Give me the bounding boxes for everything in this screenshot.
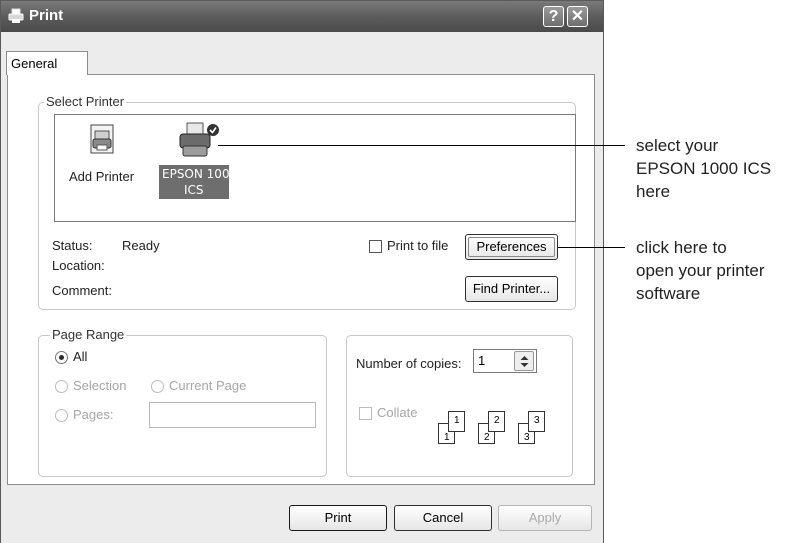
annotation-click-line2: open your printer bbox=[636, 261, 765, 280]
printer-app-icon bbox=[8, 8, 24, 24]
current-page-label[interactable]: Current Page bbox=[169, 378, 246, 393]
all-radio[interactable] bbox=[55, 351, 68, 364]
apply-button[interactable]: Apply bbox=[498, 505, 592, 531]
close-icon: ✕ bbox=[570, 8, 585, 25]
status-label: Status: bbox=[52, 238, 93, 253]
copy-card-front: 3 bbox=[528, 411, 545, 432]
pages-label[interactable]: Pages: bbox=[73, 407, 113, 422]
copy-card-front: 1 bbox=[448, 411, 465, 432]
add-printer-icon bbox=[85, 123, 121, 162]
select-printer-legend: Select Printer bbox=[44, 94, 127, 109]
printer-icon bbox=[177, 121, 221, 164]
annotation-select-printer: select your EPSON 1000 ICS here bbox=[636, 134, 771, 203]
comment-label: Comment: bbox=[52, 283, 112, 298]
print-button[interactable]: Print bbox=[289, 505, 387, 531]
cancel-button[interactable]: Cancel bbox=[394, 505, 492, 531]
preferences-focus-ring bbox=[468, 237, 555, 257]
print-to-file-checkbox[interactable] bbox=[369, 240, 382, 253]
printer-item-epson[interactable]: EPSON 1000 ICS bbox=[157, 119, 237, 207]
annotation-select-line3: here bbox=[636, 182, 671, 201]
print-label: Print bbox=[324, 510, 352, 525]
printer-item-add-printer[interactable]: Add Printer bbox=[69, 123, 135, 201]
apply-label: Apply bbox=[528, 510, 562, 525]
tab-general-label: General bbox=[11, 56, 58, 71]
copy-card-front: 2 bbox=[488, 411, 505, 432]
annotation-click-line1: click here to bbox=[636, 238, 727, 257]
location-label: Location: bbox=[52, 258, 105, 273]
printer-selection-highlight: EPSON 1000 ICS bbox=[159, 165, 237, 199]
add-printer-label: Add Printer bbox=[69, 169, 135, 184]
spin-arrows-icon bbox=[520, 356, 529, 367]
find-printer-button[interactable]: Find Printer... bbox=[465, 276, 558, 302]
annotation-select-line1: select your bbox=[636, 136, 719, 155]
copies-stepper[interactable]: 1 bbox=[473, 349, 537, 373]
copies-value: 1 bbox=[478, 353, 486, 368]
preferences-button[interactable]: Preferences bbox=[465, 234, 558, 260]
page-range-legend: Page Range bbox=[50, 327, 127, 342]
status-value: Ready bbox=[122, 238, 160, 253]
annotation-line-preferences bbox=[558, 247, 625, 248]
pages-radio[interactable] bbox=[55, 409, 68, 422]
number-of-copies-label: Number of copies: bbox=[356, 356, 462, 371]
annotation-select-line2: EPSON 1000 ICS bbox=[636, 159, 772, 178]
pages-input[interactable] bbox=[149, 402, 316, 428]
tab-general[interactable]: General bbox=[6, 51, 88, 75]
selection-label[interactable]: Selection bbox=[73, 378, 126, 393]
cancel-label: Cancel bbox=[422, 510, 464, 525]
find-printer-label: Find Printer... bbox=[472, 281, 551, 296]
selection-radio[interactable] bbox=[55, 380, 68, 393]
copies-spin-buttons[interactable] bbox=[514, 351, 534, 371]
all-radio-dot bbox=[59, 355, 64, 360]
annotation-preferences: click here to open your printer software bbox=[636, 236, 765, 305]
window-title: Print bbox=[29, 7, 64, 24]
printer-list[interactable]: Add Printer EPSON 1000 ICS bbox=[54, 114, 576, 222]
annotation-click-line3: software bbox=[636, 284, 701, 303]
current-page-radio[interactable] bbox=[151, 380, 164, 393]
title-bar[interactable]: Print ? ✕ bbox=[1, 1, 603, 32]
help-icon: ? bbox=[548, 8, 559, 25]
collate-checkbox[interactable] bbox=[359, 407, 372, 420]
all-label[interactable]: All bbox=[73, 349, 87, 364]
collate-label[interactable]: Collate bbox=[377, 405, 417, 420]
epson-label-line1: EPSON 1000 bbox=[162, 167, 238, 181]
help-button[interactable]: ? bbox=[543, 6, 564, 27]
annotation-line-select bbox=[218, 145, 625, 146]
print-to-file-label[interactable]: Print to file bbox=[387, 238, 448, 253]
epson-label-line2: ICS bbox=[184, 183, 204, 197]
close-button[interactable]: ✕ bbox=[567, 6, 588, 27]
